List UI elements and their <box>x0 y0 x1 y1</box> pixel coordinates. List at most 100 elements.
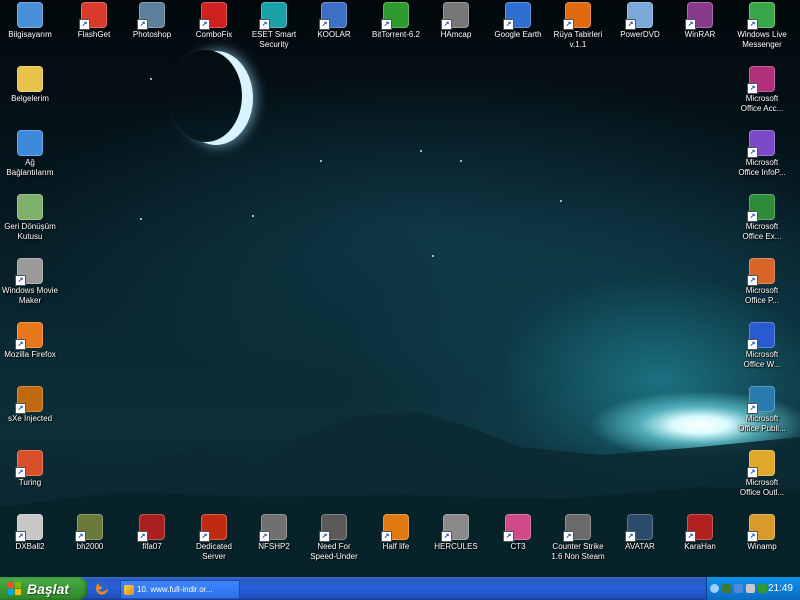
network-tray-icon[interactable] <box>734 584 743 593</box>
desktop-icon-hercules[interactable]: ↗ HERCULES <box>424 514 488 552</box>
desktop-icon-nfs[interactable]: ↗ NFSHP2 <box>242 514 306 552</box>
star <box>432 255 434 257</box>
desktop-icon-label: Bilgisayarım <box>8 30 52 39</box>
desktop-icon-eset[interactable]: ↗ ESET Smart Security <box>242 2 306 50</box>
desktop-icon-outlook[interactable]: ↗ Microsoft Office Outl... <box>730 450 794 498</box>
desktop-icon-label: Need For Speed-Under <box>310 542 358 561</box>
shortcut-arrow-icon: ↗ <box>15 403 26 414</box>
desktop-icon-recycle-bin[interactable]: Geri Dönüşüm Kutusu <box>0 194 62 242</box>
sxe-icon: ↗ <box>15 386 43 414</box>
desktop-icon-label: Microsoft Office P... <box>745 286 779 305</box>
desktop-icon-network[interactable]: Ağ Bağlantılarım <box>0 130 62 178</box>
desktop-icon-access[interactable]: ↗ Microsoft Office Acc... <box>730 66 794 114</box>
desktop-icon-hamcap[interactable]: ↗ HAmcap <box>424 2 488 40</box>
tray-app-icon[interactable] <box>722 584 731 593</box>
desktop-icon-powerdvd[interactable]: ↗ PowerDVD <box>608 2 672 40</box>
shortcut-arrow-icon: ↗ <box>137 19 148 30</box>
desktop-icon-label: fifa07 <box>142 542 162 551</box>
computer-icon <box>17 2 43 28</box>
desktop-icon-label: BitTorrent-6.2 <box>371 30 421 39</box>
excel-icon: ↗ <box>747 194 775 222</box>
desktop-icon-publisher[interactable]: ↗ Microsoft Office Publi... <box>730 386 794 434</box>
desktop-icon-label: Google Earth <box>494 30 542 39</box>
desktop-icon-halflife[interactable]: ↗ Half life <box>364 514 428 552</box>
desktop-icon-document[interactable]: ↗ KOOLAR <box>302 2 366 40</box>
desktop-icon-flashget[interactable]: ↗ FlashGet <box>62 2 126 40</box>
volume-icon[interactable] <box>746 584 755 593</box>
desktop-icon-ruya[interactable]: ↗ Rüya Tabirleri v.1.1 <box>546 2 610 50</box>
desktop-icon-label: WinRAR <box>684 30 716 39</box>
desktop-icon-label: CT3 <box>510 542 526 551</box>
chevron-left-icon[interactable] <box>710 584 719 593</box>
folder-icon <box>124 584 134 595</box>
desktop-icon-label: ComboFix <box>195 30 233 39</box>
desktop-icon-winrar[interactable]: ↗ WinRAR <box>668 2 732 40</box>
desktop-icon-label: Windows Movie Maker <box>1 286 58 305</box>
shortcut-arrow-icon: ↗ <box>625 531 636 542</box>
shortcut-arrow-icon: ↗ <box>441 19 452 30</box>
shortcut-arrow-icon: ↗ <box>625 19 636 30</box>
turing-icon: ↗ <box>15 450 43 478</box>
desktop-icon-avatar[interactable]: ↗ AVATAR <box>608 514 672 552</box>
desktop-icon-sxe[interactable]: ↗ sXe Injected <box>0 386 62 424</box>
desktop-icon-excel[interactable]: ↗ Microsoft Office Ex... <box>730 194 794 242</box>
desktop-icon-bh2000[interactable]: ↗ bh2000 <box>58 514 122 552</box>
my-documents-icon <box>17 66 43 92</box>
shortcut-arrow-icon: ↗ <box>15 339 26 350</box>
winrar-icon: ↗ <box>685 2 713 30</box>
desktop-icon-ct3[interactable]: ↗ CT3 <box>486 514 550 552</box>
halflife-server-icon: ↗ <box>199 514 227 542</box>
ruya-icon: ↗ <box>563 2 591 30</box>
shortcut-arrow-icon: ↗ <box>15 531 26 542</box>
shortcut-arrow-icon: ↗ <box>15 467 26 478</box>
desktop-icon-google-earth[interactable]: ↗ Google Earth <box>486 2 550 40</box>
desktop-icon-word[interactable]: ↗ Microsoft Office W... <box>730 322 794 370</box>
desktop-icon-label: Mozilla Firefox <box>4 350 56 359</box>
system-tray: 21:49 <box>706 577 800 600</box>
outlook-icon: ↗ <box>747 450 775 478</box>
tray-status-icon[interactable] <box>758 584 767 593</box>
desktop-icon-fifa[interactable]: ↗ fifa07 <box>120 514 184 552</box>
desktop-icon-nfsu[interactable]: ↗ Need For Speed-Under <box>302 514 366 562</box>
desktop-icon-dxball[interactable]: ↗ DXBall2 <box>0 514 62 552</box>
start-button[interactable]: Başlat <box>0 577 88 600</box>
firefox-icon: ↗ <box>15 322 43 350</box>
desktop-icon-label: Rüya Tabirleri v.1.1 <box>553 30 603 49</box>
shortcut-arrow-icon: ↗ <box>441 531 452 542</box>
hamcap-icon: ↗ <box>441 2 469 30</box>
desktop-icon-combofix[interactable]: ↗ ComboFix <box>182 2 246 40</box>
star <box>460 160 462 162</box>
start-label: Başlat <box>27 580 70 597</box>
desktop-icon-powerpoint[interactable]: ↗ Microsoft Office P... <box>730 258 794 306</box>
desktop-icon-firefox[interactable]: ↗ Mozilla Firefox <box>0 322 62 360</box>
desktop-icon-messenger[interactable]: ↗ Windows Live Messenger <box>730 2 794 50</box>
shortcut-arrow-icon: ↗ <box>381 19 392 30</box>
desktop-icon-counter-strike[interactable]: ↗ Counter Strike 1.6 Non Steam <box>546 514 610 562</box>
firefox-quicklaunch-icon[interactable] <box>94 580 112 597</box>
desktop-icon-halflife-server[interactable]: ↗ Dedicated Server <box>182 514 246 562</box>
desktop-icon-computer[interactable]: Bilgisayarım <box>0 2 62 40</box>
shortcut-arrow-icon: ↗ <box>747 339 758 350</box>
star <box>560 200 562 202</box>
desktop-icon-label: FlashGet <box>77 30 111 39</box>
shortcut-arrow-icon: ↗ <box>747 275 758 286</box>
shortcut-arrow-icon: ↗ <box>199 531 210 542</box>
taskbar-window-button[interactable]: 10. www.full-indir.or... <box>120 580 240 599</box>
desktop-icon-label: Belgelerim <box>11 94 49 103</box>
desktop-icon-infopath[interactable]: ↗ Microsoft Office InfoP... <box>730 130 794 178</box>
taskbar: Başlat 10. www.full-indir.or... 21:49 <box>0 577 800 600</box>
desktop-icon-label: Counter Strike 1.6 Non Steam <box>551 542 605 561</box>
desktop-icon-karahan[interactable]: ↗ KaraHan <box>668 514 732 552</box>
shortcut-arrow-icon: ↗ <box>79 19 90 30</box>
desktop-icon-winamp[interactable]: ↗ Winamp <box>730 514 794 552</box>
halflife-icon: ↗ <box>381 514 409 542</box>
desktop-icon-photoshop[interactable]: ↗ Photoshop <box>120 2 184 40</box>
desktop-icon-my-documents[interactable]: Belgelerim <box>0 66 62 104</box>
publisher-icon: ↗ <box>747 386 775 414</box>
ct3-icon: ↗ <box>503 514 531 542</box>
desktop-icon-bittorrent[interactable]: ↗ BitTorrent-6.2 <box>364 2 428 40</box>
infopath-icon: ↗ <box>747 130 775 158</box>
desktop-icon-turing[interactable]: ↗ Turing <box>0 450 62 488</box>
desktop[interactable]: Bilgisayarım ↗ FlashGet ↗ Photoshop ↗ ComboFix… <box>0 0 800 577</box>
desktop-icon-movie-maker[interactable]: ↗ Windows Movie Maker <box>0 258 62 306</box>
